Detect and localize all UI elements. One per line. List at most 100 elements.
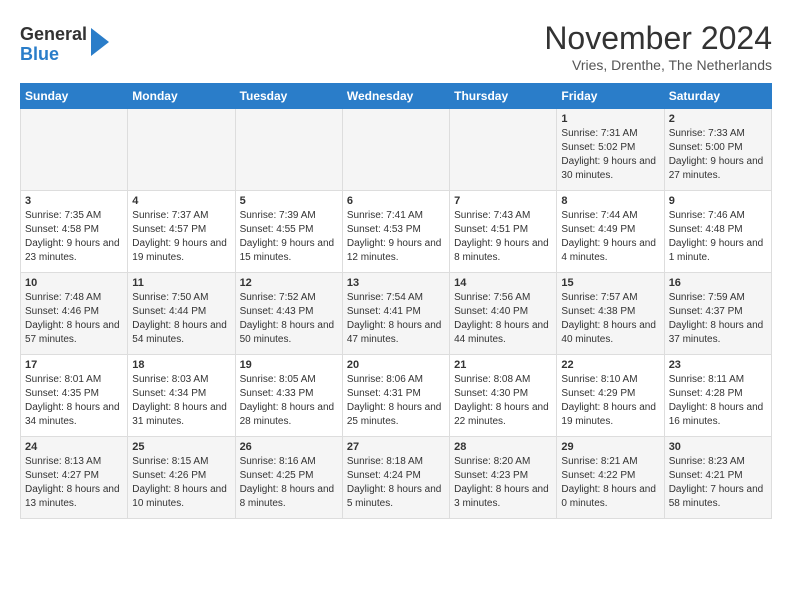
page-header: General Blue November 2024 Vries, Drenth… (20, 20, 772, 73)
calendar-day-cell (342, 109, 449, 191)
calendar-day-cell: 17Sunrise: 8:01 AMSunset: 4:35 PMDayligh… (21, 355, 128, 437)
calendar-day-cell: 2 Sunrise: 7:33 AMSunset: 5:00 PMDaylight… (664, 109, 771, 191)
day-number: 8 (561, 195, 659, 207)
day-info: Sunrise: 8:16 AMSunset: 4:25 PMDaylight:… (240, 455, 338, 511)
calendar-week-row: 17Sunrise: 8:01 AMSunset: 4:35 PMDayligh… (21, 355, 772, 437)
calendar-day-cell: 26 Sunrise: 8:16 AMSunset: 4:25 PMDayligh… (235, 437, 342, 519)
calendar-header-row: SundayMondayTuesdayWednesdayThursdayFrid… (21, 84, 772, 109)
calendar-day-cell: 6 Sunrise: 7:41 AMSunset: 4:53 PMDaylight… (342, 191, 449, 273)
day-number: 6 (347, 195, 445, 207)
calendar-day-cell: 21 Sunrise: 8:08 AMSunset: 4:30 PMDayligh… (450, 355, 557, 437)
day-info: Sunrise: 7:39 AMSunset: 4:55 PMDaylight:… (240, 209, 338, 265)
calendar-table: SundayMondayTuesdayWednesdayThursdayFrid… (20, 83, 772, 519)
calendar-day-cell: 12 Sunrise: 7:52 AMSunset: 4:43 PMDayligh… (235, 273, 342, 355)
day-number: 19 (240, 359, 338, 371)
calendar-week-row: 1 Sunrise: 7:31 AMSunset: 5:02 PMDaylight… (21, 109, 772, 191)
day-info: Sunrise: 7:56 AMSunset: 4:40 PMDaylight:… (454, 291, 552, 347)
day-info: Sunrise: 7:33 AMSunset: 5:00 PMDaylight:… (669, 127, 767, 183)
day-of-week-header: Thursday (450, 84, 557, 109)
day-info: Sunrise: 8:15 AMSunset: 4:26 PMDaylight:… (132, 455, 230, 511)
day-number: 22 (561, 359, 659, 371)
calendar-week-row: 24Sunrise: 8:13 AMSunset: 4:27 PMDayligh… (21, 437, 772, 519)
day-info: Sunrise: 8:08 AMSunset: 4:30 PMDaylight:… (454, 373, 552, 429)
day-number: 3 (25, 195, 123, 207)
calendar-day-cell: 4Sunrise: 7:37 AMSunset: 4:57 PMDaylight… (128, 191, 235, 273)
calendar-week-row: 10 Sunrise: 7:48 AMSunset: 4:46 PMDayligh… (21, 273, 772, 355)
day-of-week-header: Sunday (21, 84, 128, 109)
day-number: 12 (240, 277, 338, 289)
calendar-day-cell: 9Sunrise: 7:46 AMSunset: 4:48 PMDaylight… (664, 191, 771, 273)
day-info: Sunrise: 8:20 AMSunset: 4:23 PMDaylight:… (454, 455, 552, 511)
day-of-week-header: Monday (128, 84, 235, 109)
calendar-day-cell: 14 Sunrise: 7:56 AMSunset: 4:40 PMDayligh… (450, 273, 557, 355)
day-number: 7 (454, 195, 552, 207)
day-number: 9 (669, 195, 767, 207)
calendar-day-cell (235, 109, 342, 191)
day-number: 29 (561, 441, 659, 453)
subtitle: Vries, Drenthe, The Netherlands (544, 57, 772, 73)
calendar-day-cell (128, 109, 235, 191)
logo-arrow-icon (91, 28, 109, 56)
day-number: 30 (669, 441, 767, 453)
calendar-day-cell: 1 Sunrise: 7:31 AMSunset: 5:02 PMDaylight… (557, 109, 664, 191)
day-info: Sunrise: 7:59 AMSunset: 4:37 PMDaylight:… (669, 291, 767, 347)
day-info: Sunrise: 8:13 AMSunset: 4:27 PMDaylight:… (25, 455, 123, 511)
day-number: 18 (132, 359, 230, 371)
day-number: 14 (454, 277, 552, 289)
calendar-day-cell: 29 Sunrise: 8:21 AMSunset: 4:22 PMDayligh… (557, 437, 664, 519)
day-info: Sunrise: 7:48 AMSunset: 4:46 PMDaylight:… (25, 291, 123, 347)
calendar-day-cell: 8 Sunrise: 7:44 AMSunset: 4:49 PMDaylight… (557, 191, 664, 273)
day-info: Sunrise: 7:35 AMSunset: 4:58 PMDaylight:… (25, 209, 123, 265)
day-number: 10 (25, 277, 123, 289)
day-number: 1 (561, 113, 659, 125)
day-of-week-header: Wednesday (342, 84, 449, 109)
day-info: Sunrise: 7:44 AMSunset: 4:49 PMDaylight:… (561, 209, 659, 265)
calendar-day-cell: 28 Sunrise: 8:20 AMSunset: 4:23 PMDayligh… (450, 437, 557, 519)
day-number: 28 (454, 441, 552, 453)
calendar-day-cell: 11Sunrise: 7:50 AMSunset: 4:44 PMDayligh… (128, 273, 235, 355)
calendar-day-cell (450, 109, 557, 191)
day-info: Sunrise: 8:18 AMSunset: 4:24 PMDaylight:… (347, 455, 445, 511)
logo-general: General (20, 24, 87, 44)
day-info: Sunrise: 8:10 AMSunset: 4:29 PMDaylight:… (561, 373, 659, 429)
day-info: Sunrise: 8:23 AMSunset: 4:21 PMDaylight:… (669, 455, 767, 511)
day-number: 25 (132, 441, 230, 453)
day-info: Sunrise: 8:03 AMSunset: 4:34 PMDaylight:… (132, 373, 230, 429)
title-block: November 2024 Vries, Drenthe, The Nether… (544, 20, 772, 73)
calendar-day-cell: 10 Sunrise: 7:48 AMSunset: 4:46 PMDayligh… (21, 273, 128, 355)
day-info: Sunrise: 7:37 AMSunset: 4:57 PMDaylight:… (132, 209, 230, 265)
day-number: 11 (132, 277, 230, 289)
day-info: Sunrise: 8:05 AMSunset: 4:33 PMDaylight:… (240, 373, 338, 429)
day-number: 20 (347, 359, 445, 371)
day-number: 21 (454, 359, 552, 371)
calendar-day-cell: 5 Sunrise: 7:39 AMSunset: 4:55 PMDaylight… (235, 191, 342, 273)
calendar-day-cell: 30 Sunrise: 8:23 AMSunset: 4:21 PMDayligh… (664, 437, 771, 519)
calendar-day-cell: 27 Sunrise: 8:18 AMSunset: 4:24 PMDayligh… (342, 437, 449, 519)
month-title: November 2024 (544, 20, 772, 57)
calendar-day-cell: 19 Sunrise: 8:05 AMSunset: 4:33 PMDayligh… (235, 355, 342, 437)
day-info: Sunrise: 7:41 AMSunset: 4:53 PMDaylight:… (347, 209, 445, 265)
calendar-day-cell (21, 109, 128, 191)
day-number: 13 (347, 277, 445, 289)
day-number: 2 (669, 113, 767, 125)
calendar-day-cell: 13 Sunrise: 7:54 AMSunset: 4:41 PMDayligh… (342, 273, 449, 355)
calendar-day-cell: 16 Sunrise: 7:59 AMSunset: 4:37 PMDayligh… (664, 273, 771, 355)
day-info: Sunrise: 7:31 AMSunset: 5:02 PMDaylight:… (561, 127, 659, 183)
day-number: 5 (240, 195, 338, 207)
day-number: 23 (669, 359, 767, 371)
day-info: Sunrise: 7:52 AMSunset: 4:43 PMDaylight:… (240, 291, 338, 347)
logo-blue: Blue (20, 44, 59, 64)
day-info: Sunrise: 7:54 AMSunset: 4:41 PMDaylight:… (347, 291, 445, 347)
day-info: Sunrise: 7:43 AMSunset: 4:51 PMDaylight:… (454, 209, 552, 265)
calendar-week-row: 3 Sunrise: 7:35 AMSunset: 4:58 PMDaylight… (21, 191, 772, 273)
calendar-day-cell: 15Sunrise: 7:57 AMSunset: 4:38 PMDayligh… (557, 273, 664, 355)
day-number: 16 (669, 277, 767, 289)
day-info: Sunrise: 8:06 AMSunset: 4:31 PMDaylight:… (347, 373, 445, 429)
calendar-day-cell: 24Sunrise: 8:13 AMSunset: 4:27 PMDayligh… (21, 437, 128, 519)
day-info: Sunrise: 8:21 AMSunset: 4:22 PMDaylight:… (561, 455, 659, 511)
calendar-day-cell: 3 Sunrise: 7:35 AMSunset: 4:58 PMDaylight… (21, 191, 128, 273)
day-number: 26 (240, 441, 338, 453)
day-of-week-header: Tuesday (235, 84, 342, 109)
logo: General Blue (20, 25, 109, 65)
day-number: 27 (347, 441, 445, 453)
